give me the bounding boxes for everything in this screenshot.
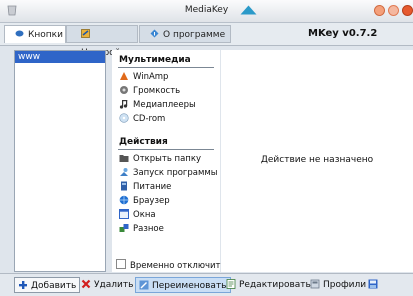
action-winamp[interactable]: WinAmp: [119, 70, 168, 84]
delete-button[interactable]: Удалить: [81, 277, 133, 293]
run-program-icon: [119, 167, 129, 177]
globe-icon: [119, 195, 129, 205]
window-title: MediaKey: [184, 5, 229, 15]
multimedia-divider: [118, 67, 214, 68]
minimize-button[interactable]: [374, 5, 385, 16]
action-misc[interactable]: Разное: [119, 222, 164, 236]
delete-icon: [81, 279, 91, 289]
no-action-message: Действие не назначено: [260, 155, 374, 165]
add-button[interactable]: Добавить: [14, 277, 81, 293]
tab-buttons-label: Кнопки: [28, 30, 63, 40]
detail-panel: Действие не назначено: [221, 50, 413, 272]
action-windows[interactable]: Окна: [119, 208, 156, 222]
disable-temporarily-checkbox[interactable]: Временно отключить: [116, 259, 226, 271]
action-tree: Мультимедиа WinAmp Громкость Медиаплееры…: [112, 50, 226, 272]
action-media-players[interactable]: Медиаплееры: [119, 98, 196, 112]
tab-about[interactable]: О программе ...: [139, 25, 231, 58]
action-run-program[interactable]: Запуск программы: [119, 166, 218, 180]
bottom-toolbar: Добавить Удалить Переименовать Редактиро…: [0, 273, 413, 296]
profiles-button[interactable]: Профили: [310, 277, 366, 293]
action-cdrom[interactable]: CD-rom: [119, 112, 165, 126]
tab-settings[interactable]: Настройки: [66, 25, 138, 58]
actions-group-title: Действия: [119, 137, 168, 147]
close-button[interactable]: [402, 5, 413, 16]
maximize-button[interactable]: [388, 5, 399, 16]
save-icon-button[interactable]: [368, 277, 381, 293]
settings-icon: [81, 27, 90, 38]
power-icon: [119, 181, 129, 191]
edit-button[interactable]: Редактировать: [226, 277, 311, 293]
action-power[interactable]: Питание: [119, 180, 171, 194]
disable-temporarily-label: Временно отключить: [130, 261, 226, 271]
action-browser[interactable]: Браузер: [119, 194, 170, 208]
action-open-folder[interactable]: Открыть папку: [119, 152, 201, 166]
winamp-icon: [119, 71, 129, 81]
tab-buttons[interactable]: Кнопки: [4, 25, 66, 43]
info-icon: [150, 27, 159, 38]
keys-icon: [15, 27, 24, 37]
save-icon: [368, 279, 378, 289]
rename-button[interactable]: Переименовать: [135, 277, 231, 293]
checkbox-box[interactable]: [116, 259, 126, 269]
window-icon: [119, 209, 129, 219]
key-list-item-selected[interactable]: www: [15, 51, 105, 63]
key-list[interactable]: www: [14, 50, 106, 272]
pencil-icon: [139, 280, 149, 290]
misc-icon: [119, 223, 129, 233]
profiles-icon: [310, 279, 320, 289]
actions-divider: [118, 149, 214, 150]
title-bar: MediaKey: [0, 0, 413, 23]
tab-bar: Кнопки Настройки О программе ... MKey v0…: [0, 23, 413, 58]
plus-icon: [18, 280, 28, 290]
mouse-cursor-icon: [240, 5, 257, 15]
multimedia-group-title: Мультимедиа: [119, 55, 191, 65]
folder-icon: [119, 153, 129, 163]
version-label: MKey v0.7.2: [308, 28, 378, 39]
music-note-icon: [119, 99, 129, 109]
edit-document-icon: [226, 279, 236, 289]
cd-icon: [119, 113, 129, 123]
volume-icon: [119, 85, 129, 95]
action-volume[interactable]: Громкость: [119, 84, 180, 98]
